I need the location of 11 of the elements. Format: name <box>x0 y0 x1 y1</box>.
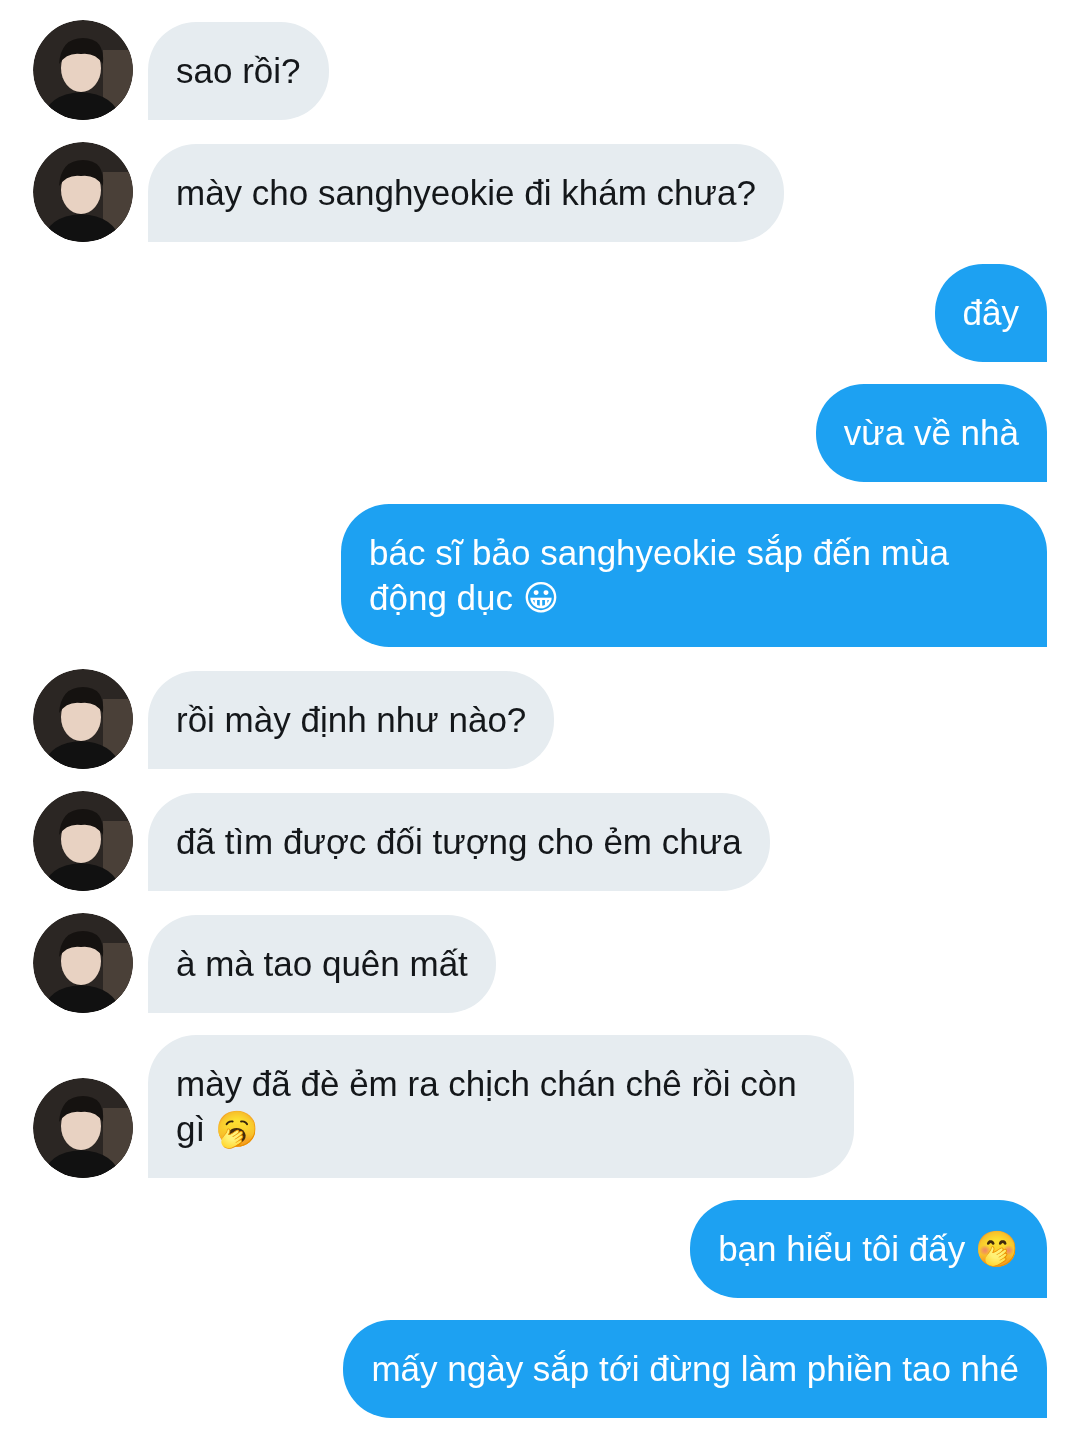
message-bubble: đây <box>934 264 1047 362</box>
message-bubble: đã tìm được đối tượng cho ẻm chưa <box>148 793 770 891</box>
message-bubble: sao rồi? <box>148 22 329 120</box>
message-bubble: mấy ngày sắp tới đừng làm phiền tao nhé <box>343 1320 1047 1418</box>
message-bubble: vừa về nhà <box>815 384 1047 482</box>
message-bubble: à mà tao quên mất <box>148 915 496 1013</box>
message-bubble: mày cho sanghyeokie đi khám chưa? <box>148 144 784 242</box>
message-bubble: bác sĩ bảo sanghyeokie sắp đến mùa động dục 😀 <box>341 504 1047 647</box>
message-bubble: rồi mày định như nào? <box>148 671 555 769</box>
message-bubble: mày đã đè ẻm ra chịch chán chê rồi còn gì 🥱 <box>148 1035 854 1178</box>
message-bubble: bạn hiểu tôi đấy 🤭 <box>690 1200 1047 1298</box>
